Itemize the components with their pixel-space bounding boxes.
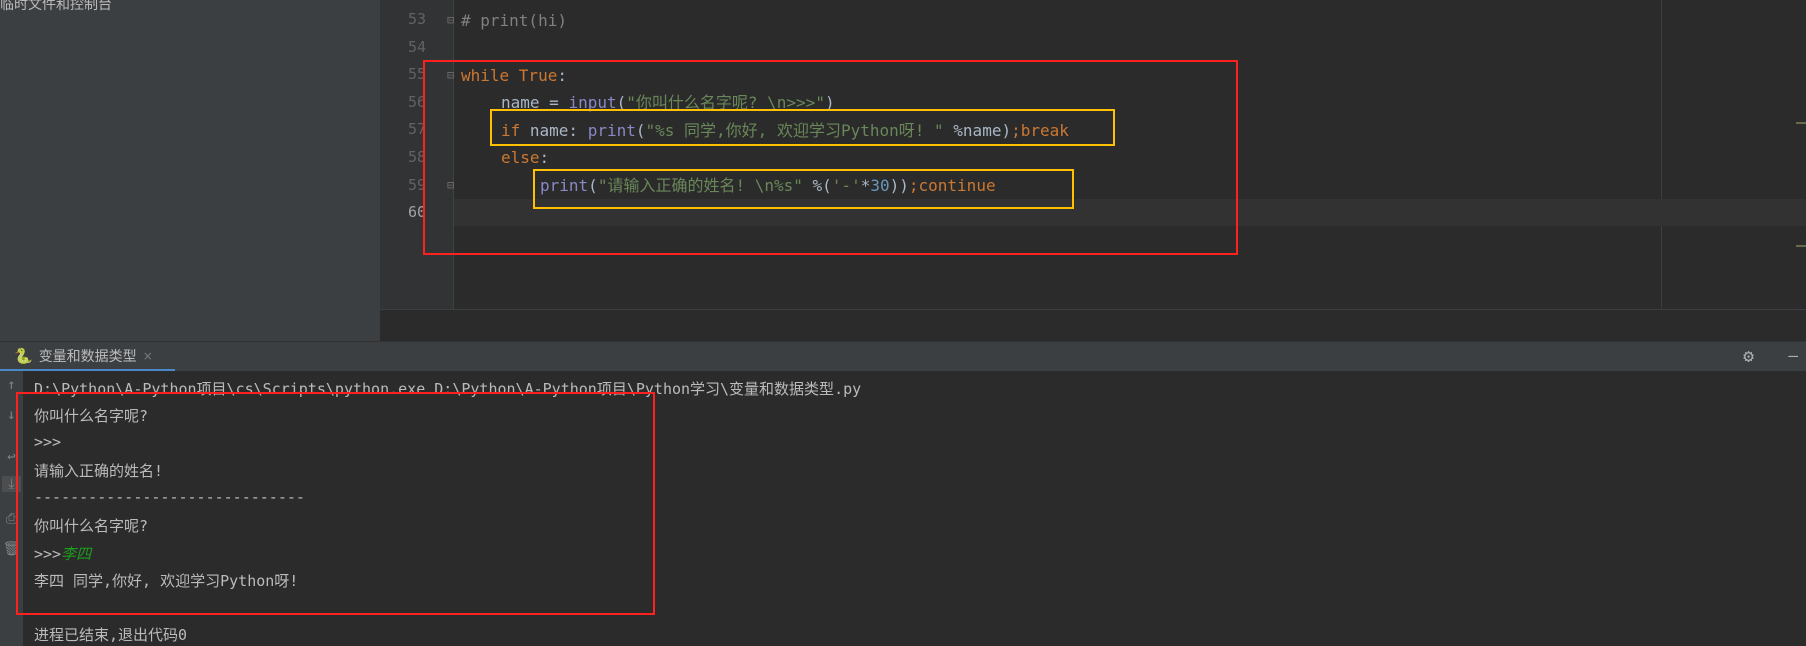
close-icon[interactable]: × bbox=[143, 349, 153, 363]
run-tab[interactable]: 🐍 变量和数据类型 × bbox=[0, 342, 175, 372]
run-tab-label: 变量和数据类型 bbox=[38, 348, 137, 365]
line-number: 60 bbox=[407, 203, 426, 221]
scroll-marker[interactable] bbox=[1796, 122, 1806, 124]
exit-message: 进程已结束,退出代码0 bbox=[34, 626, 188, 644]
comment: # print(hi) bbox=[461, 11, 567, 30]
annotation-box-yellow bbox=[533, 169, 1074, 209]
line-number: 55 bbox=[407, 65, 426, 83]
code-line-53: # print(hi) bbox=[461, 7, 567, 34]
line-number: 56 bbox=[407, 93, 426, 111]
scratches-and-consoles-item[interactable]: 临时文件和控制台 bbox=[0, 0, 112, 14]
line-number: 58 bbox=[407, 148, 426, 166]
line-number: 57 bbox=[407, 120, 426, 138]
project-sidebar: 临时文件和控制台 bbox=[0, 0, 380, 341]
line-number: 53 bbox=[407, 10, 426, 28]
run-tool-window-header: 🐍 变量和数据类型 × ⚙ — bbox=[0, 341, 1806, 372]
annotation-box-yellow bbox=[490, 109, 1115, 146]
annotation-box-red bbox=[423, 60, 1238, 255]
fold-marker-icon[interactable]: ⊟ bbox=[447, 13, 454, 27]
line-number: 54 bbox=[407, 38, 426, 56]
minimize-icon[interactable]: — bbox=[1788, 346, 1798, 365]
gear-icon[interactable]: ⚙ bbox=[1743, 346, 1754, 367]
right-margin-guide bbox=[1661, 0, 1662, 309]
line-number: 59 bbox=[407, 176, 426, 194]
python-icon: 🐍 bbox=[14, 346, 33, 365]
scroll-marker[interactable] bbox=[1796, 245, 1806, 247]
up-arrow-icon[interactable]: ↑ bbox=[2, 377, 21, 393]
editor-footer bbox=[380, 309, 1806, 341]
annotation-box-red bbox=[16, 392, 655, 615]
